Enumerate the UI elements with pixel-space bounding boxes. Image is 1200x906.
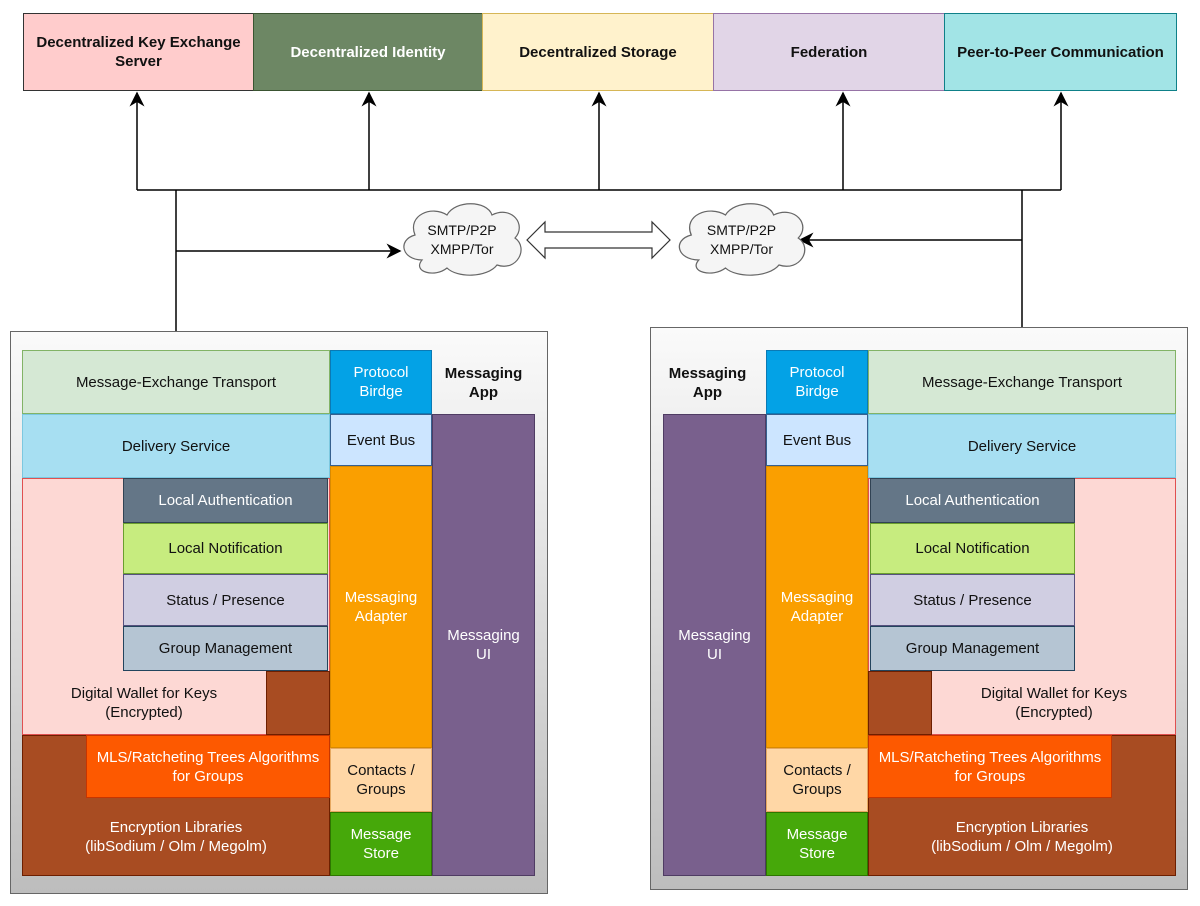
right-local-notification: Local Notification xyxy=(870,523,1075,574)
right-wallet-key-block xyxy=(868,671,932,735)
left-app-title: Messaging App xyxy=(444,364,523,401)
left-group-management: Group Management xyxy=(123,626,328,671)
left-wallet-key-block xyxy=(266,671,330,735)
right-delivery-service: Delivery Service xyxy=(868,414,1176,478)
left-contacts-groups: Contacts / Groups xyxy=(330,748,432,812)
right-protocol-bridge: Protocol Birdge xyxy=(766,350,868,414)
service-key-exchange: Decentralized Key Exchange Server xyxy=(23,13,254,91)
left-event-bus: Event Bus xyxy=(330,414,432,466)
service-federation: Federation xyxy=(713,13,945,91)
right-mls-algorithms: MLS/Ratcheting Trees Algorithms for Grou… xyxy=(868,735,1112,798)
right-group-management: Group Management xyxy=(870,626,1075,671)
right-messaging-ui: Messaging UI xyxy=(663,414,766,876)
cloud-right-label: SMTP/P2P XMPP/Tor xyxy=(706,222,777,257)
right-transport: Message-Exchange Transport xyxy=(868,350,1176,414)
right-app-title: Messaging App xyxy=(668,364,747,401)
left-messaging-ui: Messaging UI xyxy=(432,414,535,876)
right-event-bus: Event Bus xyxy=(766,414,868,466)
left-encryption-label: Encryption Libraries (libSodium / Olm / … xyxy=(85,819,267,855)
left-delivery-service: Delivery Service xyxy=(22,414,330,478)
service-p2p: Peer-to-Peer Communication xyxy=(944,13,1177,91)
service-identity: Decentralized Identity xyxy=(253,13,483,91)
left-digital-wallet-label: Digital Wallet for Keys (Encrypted) xyxy=(70,685,218,721)
left-status-presence: Status / Presence xyxy=(123,574,328,626)
double-arrow xyxy=(526,220,671,260)
left-protocol-bridge: Protocol Birdge xyxy=(330,350,432,414)
right-contacts-groups: Contacts / Groups xyxy=(766,748,868,812)
cloud-left-label: SMTP/P2P XMPP/Tor xyxy=(427,222,497,257)
right-local-authentication: Local Authentication xyxy=(870,478,1075,523)
left-transport: Message-Exchange Transport xyxy=(22,350,330,414)
right-messaging-adapter: Messaging Adapter xyxy=(766,466,868,748)
left-message-store: Message Store xyxy=(330,812,432,876)
left-local-notification: Local Notification xyxy=(123,523,328,574)
left-mls-algorithms: MLS/Ratcheting Trees Algorithms for Grou… xyxy=(86,735,330,798)
left-local-authentication: Local Authentication xyxy=(123,478,328,523)
right-message-store: Message Store xyxy=(766,812,868,876)
service-storage: Decentralized Storage xyxy=(482,13,714,91)
left-messaging-adapter: Messaging Adapter xyxy=(330,466,432,748)
right-status-presence: Status / Presence xyxy=(870,574,1075,626)
right-digital-wallet-label: Digital Wallet for Keys (Encrypted) xyxy=(980,685,1128,721)
right-encryption-label: Encryption Libraries (libSodium / Olm / … xyxy=(931,819,1113,855)
